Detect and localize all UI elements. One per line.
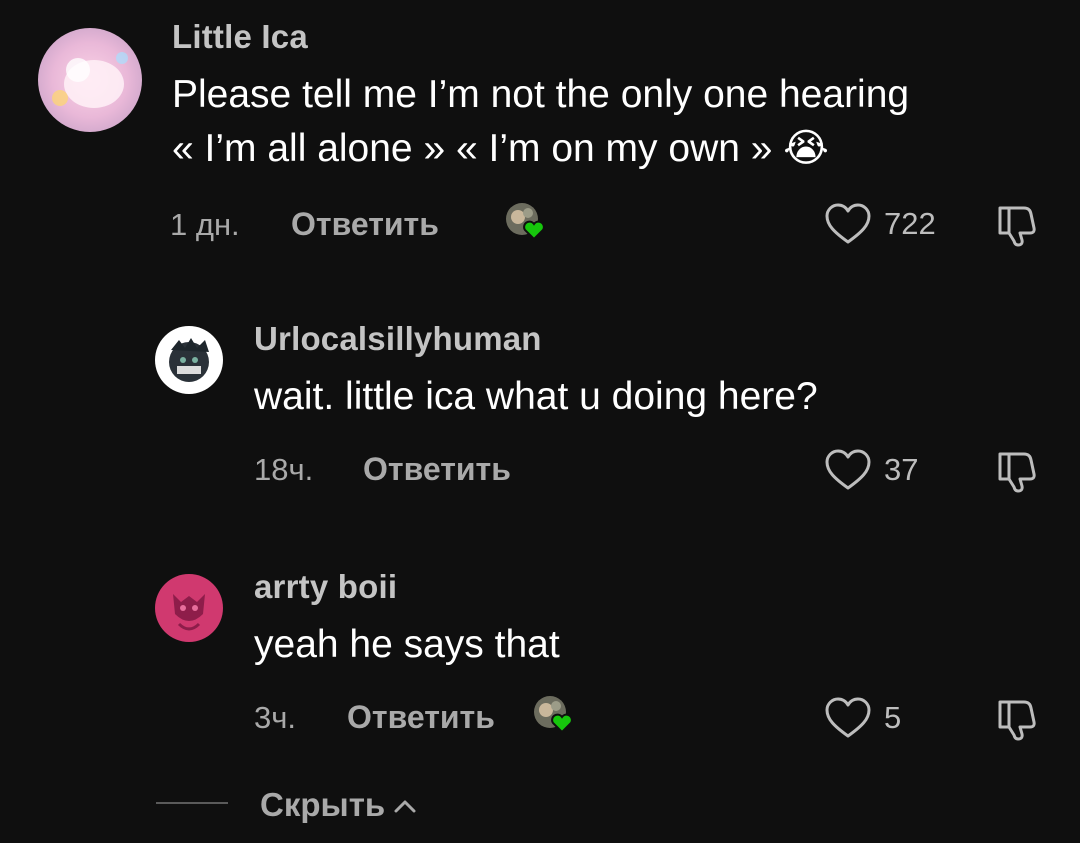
thumbs-down-icon[interactable] bbox=[994, 448, 1040, 494]
hide-replies-label: Скрыть bbox=[260, 786, 386, 823]
thumbs-down-icon[interactable] bbox=[994, 202, 1040, 248]
comment-text: wait. little ica what u doing here? bbox=[254, 375, 818, 418]
thumbs-down-icon[interactable] bbox=[994, 696, 1040, 742]
hide-replies-button[interactable]: Скрыть bbox=[260, 784, 417, 824]
avatar[interactable] bbox=[155, 326, 223, 394]
green-heart-icon bbox=[534, 696, 573, 734]
creator-liked-badge bbox=[504, 201, 548, 241]
heart-outline-icon[interactable] bbox=[824, 448, 872, 492]
timestamp: 18ч. bbox=[254, 452, 314, 487]
timestamp: 3ч. bbox=[254, 700, 297, 735]
chevron-up-icon bbox=[393, 784, 417, 822]
like-count: 37 bbox=[884, 452, 919, 487]
reply-button[interactable]: Ответить bbox=[291, 206, 439, 243]
divider bbox=[156, 802, 228, 804]
creator-liked-badge bbox=[532, 694, 576, 734]
reply-button[interactable]: Ответить bbox=[347, 699, 495, 736]
username[interactable]: arrty boii bbox=[254, 568, 397, 606]
username[interactable]: Urlocalsillyhuman bbox=[254, 320, 542, 358]
like-count: 5 bbox=[884, 700, 902, 735]
timestamp: 1 дн. bbox=[170, 207, 240, 242]
comment-text: yeah he says that bbox=[254, 623, 560, 666]
comment-text: « I’m all alone » « I’m on my own » 😭 bbox=[172, 127, 829, 170]
reply-button[interactable]: Ответить bbox=[363, 451, 511, 488]
heart-outline-icon[interactable] bbox=[824, 202, 872, 246]
like-count: 722 bbox=[884, 206, 936, 241]
heart-outline-icon[interactable] bbox=[824, 696, 872, 740]
username[interactable]: Little Ica bbox=[172, 18, 308, 56]
avatar[interactable] bbox=[38, 28, 142, 132]
comment-text: Please tell me I’m not the only one hear… bbox=[172, 73, 910, 116]
avatar[interactable] bbox=[155, 574, 223, 642]
green-heart-icon bbox=[506, 203, 545, 241]
